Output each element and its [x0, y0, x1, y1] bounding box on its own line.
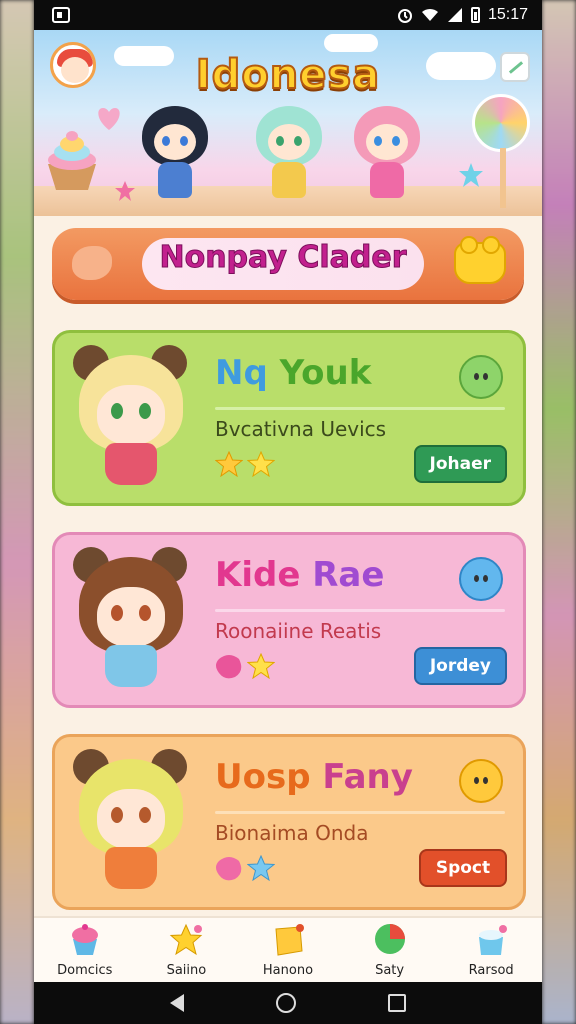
star-icon: [215, 451, 243, 477]
card-title: Kide Rae: [215, 555, 384, 595]
status-time: 15:17: [487, 6, 528, 23]
section-title: Nonpay Clader: [159, 240, 407, 276]
notification-icon: [52, 7, 70, 23]
card-subtitle: Bvcativna Uevics: [215, 417, 387, 441]
character-card[interactable]: Nq Youk Bvcativna Uevics Johaer: [52, 330, 526, 506]
card-title-word: Rae: [300, 555, 385, 595]
blob-icon: [216, 857, 242, 881]
card-title-word: Kide: [215, 555, 301, 595]
character-pink-hair: [354, 106, 424, 206]
status-bar: 15:17: [34, 0, 542, 30]
bear-face-icon[interactable]: [454, 236, 506, 284]
nav-item-hanono[interactable]: Hanono: [243, 923, 333, 978]
battery-icon: [470, 7, 480, 23]
header-banner: Idonesa: [34, 30, 542, 216]
nav-item-rarsod[interactable]: Rarsod: [446, 923, 536, 978]
nav-label: Hanono: [262, 963, 314, 978]
alarm-icon: [397, 9, 412, 23]
character-card[interactable]: Uosp Fany Bionaima Onda Spoct: [52, 734, 526, 910]
character-portrait: [67, 547, 193, 697]
nav-label: Rarsod: [468, 963, 514, 978]
card-subtitle: Bionaima Onda: [215, 821, 369, 845]
nav-item-saty[interactable]: Saty: [345, 923, 435, 978]
card-title-word: Nq: [215, 353, 268, 393]
card-title-word: Uosp: [215, 757, 311, 797]
bottom-navigation: Domcics Saiino Hanono Saty Rarsod: [34, 916, 542, 982]
cupcake-decoration: [48, 131, 96, 190]
phone-screen: 15:17 Idonesa Nonpay Clader Nq Youk Bvca…: [34, 0, 542, 1024]
frog-mascot-icon: [459, 355, 503, 399]
gift-box-icon: [479, 925, 508, 955]
lollipop-decoration: [472, 94, 530, 152]
star-icon: [170, 923, 203, 956]
card-action-button[interactable]: Johaer: [413, 445, 507, 483]
sticky-note-icon: [275, 924, 304, 956]
rating-badges: [215, 653, 275, 679]
recent-apps-icon[interactable]: [388, 994, 406, 1012]
blob-icon: [216, 655, 242, 679]
character-mint-hair: [256, 106, 326, 206]
nav-label: Domcics: [57, 963, 113, 978]
heart-icon: [98, 108, 120, 130]
star-icon: [247, 855, 275, 881]
character-card[interactable]: Kide Rae Roonaiine Reatis Jordey: [52, 532, 526, 708]
rating-badges: [215, 451, 275, 477]
card-subtitle: Roonaiine Reatis: [215, 619, 382, 643]
nav-label: Saty: [375, 963, 405, 978]
balloon-icon: [374, 924, 405, 954]
nav-item-saiino[interactable]: Saiino: [141, 923, 231, 978]
card-title-word: Youk: [267, 353, 372, 393]
nav-label: Saiino: [166, 963, 207, 978]
home-icon[interactable]: [276, 993, 296, 1013]
cloud: [324, 34, 378, 52]
star-icon: [247, 451, 275, 477]
signal-icon: [447, 8, 462, 22]
character-portrait: [67, 345, 193, 495]
settings-icon[interactable]: [500, 52, 530, 82]
app-title: Idonesa: [195, 51, 381, 99]
character-portrait: [67, 749, 193, 899]
character-dark-hair: [142, 106, 212, 206]
star-icon: [459, 163, 483, 187]
back-icon[interactable]: [170, 994, 184, 1012]
card-title: Uosp Fany: [215, 757, 413, 797]
star-icon: [247, 653, 275, 679]
background-left-blur: [0, 0, 34, 1024]
card-action-button[interactable]: Jordey: [413, 647, 507, 685]
wifi-icon: [421, 8, 438, 21]
card-title: Nq Youk: [215, 353, 371, 393]
system-navigation-bar: [34, 982, 542, 1024]
blue-mascot-icon: [459, 557, 503, 601]
background-right-blur: [542, 0, 576, 1024]
card-title-word: Fany: [310, 757, 413, 797]
rating-badges: [215, 855, 275, 881]
yellow-mascot-icon: [459, 759, 503, 803]
card-action-button[interactable]: Spoct: [419, 849, 507, 887]
section-header[interactable]: Nonpay Clader: [52, 228, 524, 300]
cookie-icon: [72, 246, 112, 280]
nav-item-domcics[interactable]: Domcics: [40, 923, 130, 978]
star-icon: [115, 181, 135, 201]
cupcake-icon: [71, 924, 98, 955]
